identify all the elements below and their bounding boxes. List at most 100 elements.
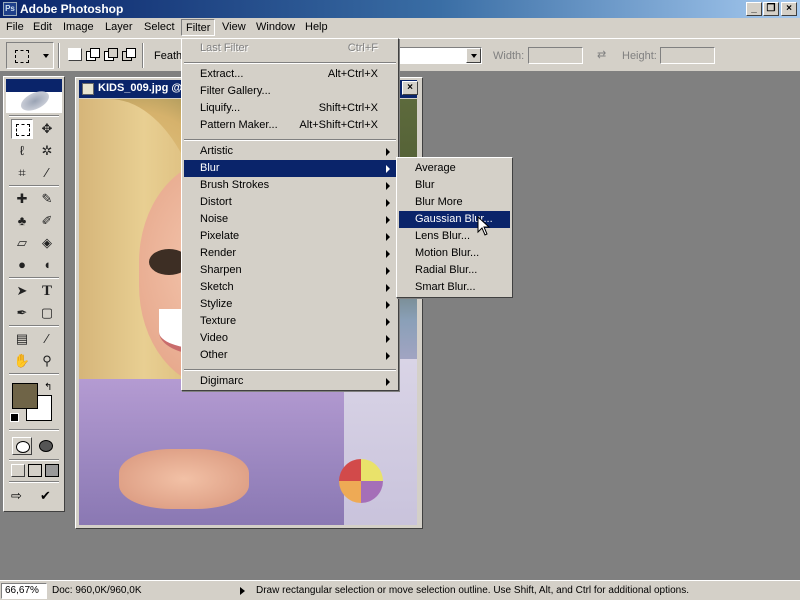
menu-item-stylize[interactable]: Stylize: [184, 296, 396, 313]
marquee-icon[interactable]: [11, 119, 33, 139]
history-brush-icon[interactable]: ✐: [36, 211, 58, 231]
title-bar: Ps Adobe Photoshop _ ❐ ×: [0, 0, 800, 18]
clone-stamp-icon[interactable]: ♣: [11, 211, 33, 231]
healing-brush-icon[interactable]: ✚: [11, 189, 33, 209]
document-close-icon[interactable]: ×: [402, 81, 418, 95]
intersect-selection-icon[interactable]: [122, 48, 136, 61]
shirt-print: [339, 459, 383, 503]
filter-menu: Last Filter Ctrl+F Extract... Alt+Ctrl+X F…: [181, 38, 399, 391]
menu-window[interactable]: Window: [256, 21, 295, 33]
quick-mask-icon[interactable]: [36, 437, 56, 455]
menu-item-sharpen[interactable]: Sharpen: [184, 262, 396, 279]
path-selection-icon[interactable]: ➤: [11, 281, 33, 301]
blur-submenu: Average Blur Blur More Gaussian Blur... …: [396, 157, 513, 298]
menu-item-liquify[interactable]: Liquify... Shift+Ctrl+X: [184, 100, 396, 117]
paint-bucket-icon[interactable]: ◈: [36, 233, 58, 253]
menu-item-pattern-maker[interactable]: Pattern Maker... Alt+Shift+Ctrl+X: [184, 117, 396, 134]
standard-mode-icon[interactable]: [12, 437, 32, 455]
menu-item-render[interactable]: Render: [184, 245, 396, 262]
document-icon: [82, 83, 94, 95]
menu-item-radial-blur[interactable]: Radial Blur...: [399, 262, 510, 279]
notes-icon[interactable]: ▤: [11, 329, 33, 349]
slice-icon[interactable]: ∕: [36, 163, 58, 183]
menu-item-blur-filter[interactable]: Blur: [399, 177, 510, 194]
zoom-icon[interactable]: ⚲: [36, 351, 58, 371]
menu-item-distort[interactable]: Distort: [184, 194, 396, 211]
chevron-right-icon: [386, 267, 390, 275]
menu-help[interactable]: Help: [305, 21, 328, 33]
jump-to-imageready-icon[interactable]: ⇨: [11, 487, 35, 505]
menu-view[interactable]: View: [222, 21, 246, 33]
blur-tool-icon[interactable]: ●: [11, 255, 33, 275]
eraser-icon[interactable]: ▱: [11, 233, 33, 253]
menu-item-gaussian-blur[interactable]: Gaussian Blur...: [399, 211, 510, 228]
menu-item-extract[interactable]: Extract... Alt+Ctrl+X: [184, 66, 396, 83]
menu-item-texture[interactable]: Texture: [184, 313, 396, 330]
menu-item-noise[interactable]: Noise: [184, 211, 396, 228]
dodge-icon[interactable]: ◖: [36, 255, 58, 275]
restore-icon[interactable]: ❐: [763, 2, 779, 16]
chevron-right-icon: [386, 352, 390, 360]
options-bar: Feath Width: ⇄ Height:: [0, 38, 800, 72]
menu-item-digimarc[interactable]: Digimarc: [184, 373, 396, 390]
menu-item-pixelate[interactable]: Pixelate: [184, 228, 396, 245]
menu-item-motion-blur[interactable]: Motion Blur...: [399, 245, 510, 262]
feather-logo: [6, 79, 62, 115]
pen-icon[interactable]: ✒: [11, 303, 33, 323]
menu-item-smart-blur[interactable]: Smart Blur...: [399, 279, 510, 296]
status-menu-arrow-icon[interactable]: [240, 587, 245, 595]
new-selection-icon[interactable]: [68, 48, 82, 61]
chevron-right-icon: [386, 301, 390, 309]
move-icon[interactable]: ✥: [36, 119, 58, 139]
subtract-selection-icon[interactable]: [104, 48, 118, 61]
foreground-color-swatch[interactable]: [12, 383, 38, 409]
menu-item-average[interactable]: Average: [399, 160, 510, 177]
divider: [142, 43, 144, 68]
close-icon[interactable]: ×: [781, 2, 797, 16]
minimize-icon[interactable]: _: [746, 2, 762, 16]
height-field[interactable]: [660, 47, 715, 64]
edit-in-imageready-icon[interactable]: ✔: [40, 487, 58, 505]
menu-item-blur-more[interactable]: Blur More: [399, 194, 510, 211]
magic-wand-icon[interactable]: ✲: [36, 141, 58, 161]
tool-preset-picker[interactable]: [6, 42, 54, 69]
style-select[interactable]: [398, 47, 482, 64]
menu-edit[interactable]: Edit: [33, 21, 52, 33]
width-field[interactable]: [528, 47, 583, 64]
eyedropper-icon[interactable]: ⁄: [36, 329, 58, 349]
menu-item-artistic[interactable]: Artistic: [184, 143, 396, 160]
menu-item-other[interactable]: Other: [184, 347, 396, 364]
chevron-right-icon: [386, 250, 390, 258]
menu-item-video[interactable]: Video: [184, 330, 396, 347]
crop-icon[interactable]: ⌗: [11, 163, 33, 183]
swap-arrows-icon[interactable]: ⇄: [597, 48, 609, 62]
menu-item-blur[interactable]: Blur: [184, 160, 396, 177]
screen-mode-standard-icon[interactable]: [11, 464, 25, 477]
type-icon[interactable]: T: [36, 281, 58, 301]
screen-mode-full-menu-icon[interactable]: [28, 464, 42, 477]
menu-filter[interactable]: Filter: [181, 19, 215, 36]
menu-item-brush-strokes[interactable]: Brush Strokes: [184, 177, 396, 194]
swap-colors-icon[interactable]: ↰: [44, 382, 52, 393]
marquee-preset-icon: [15, 50, 29, 63]
brush-icon[interactable]: ✎: [36, 189, 58, 209]
menu-file[interactable]: File: [6, 21, 24, 33]
menu-separator: [184, 62, 396, 64]
menu-layer[interactable]: Layer: [105, 21, 133, 33]
height-label: Height:: [622, 50, 657, 62]
menu-select[interactable]: Select: [144, 21, 175, 33]
menu-item-sketch[interactable]: Sketch: [184, 279, 396, 296]
menu-item-lens-blur[interactable]: Lens Blur...: [399, 228, 510, 245]
add-selection-icon[interactable]: [86, 48, 100, 61]
default-colors-icon[interactable]: [10, 413, 19, 422]
menu-item-filter-gallery[interactable]: Filter Gallery...: [184, 83, 396, 100]
chevron-right-icon: [386, 318, 390, 326]
doc-size-info: Doc: 960,0K/960,0K: [52, 585, 142, 596]
status-bar: 66,67% Doc: 960,0K/960,0K Draw rectangul…: [0, 580, 800, 600]
screen-mode-full-icon[interactable]: [45, 464, 59, 477]
hand-icon[interactable]: ✋: [11, 351, 33, 371]
menu-image[interactable]: Image: [63, 21, 94, 33]
rectangle-icon[interactable]: ▢: [36, 303, 58, 323]
lasso-icon[interactable]: ℓ: [11, 141, 33, 161]
zoom-field[interactable]: 66,67%: [1, 583, 47, 599]
